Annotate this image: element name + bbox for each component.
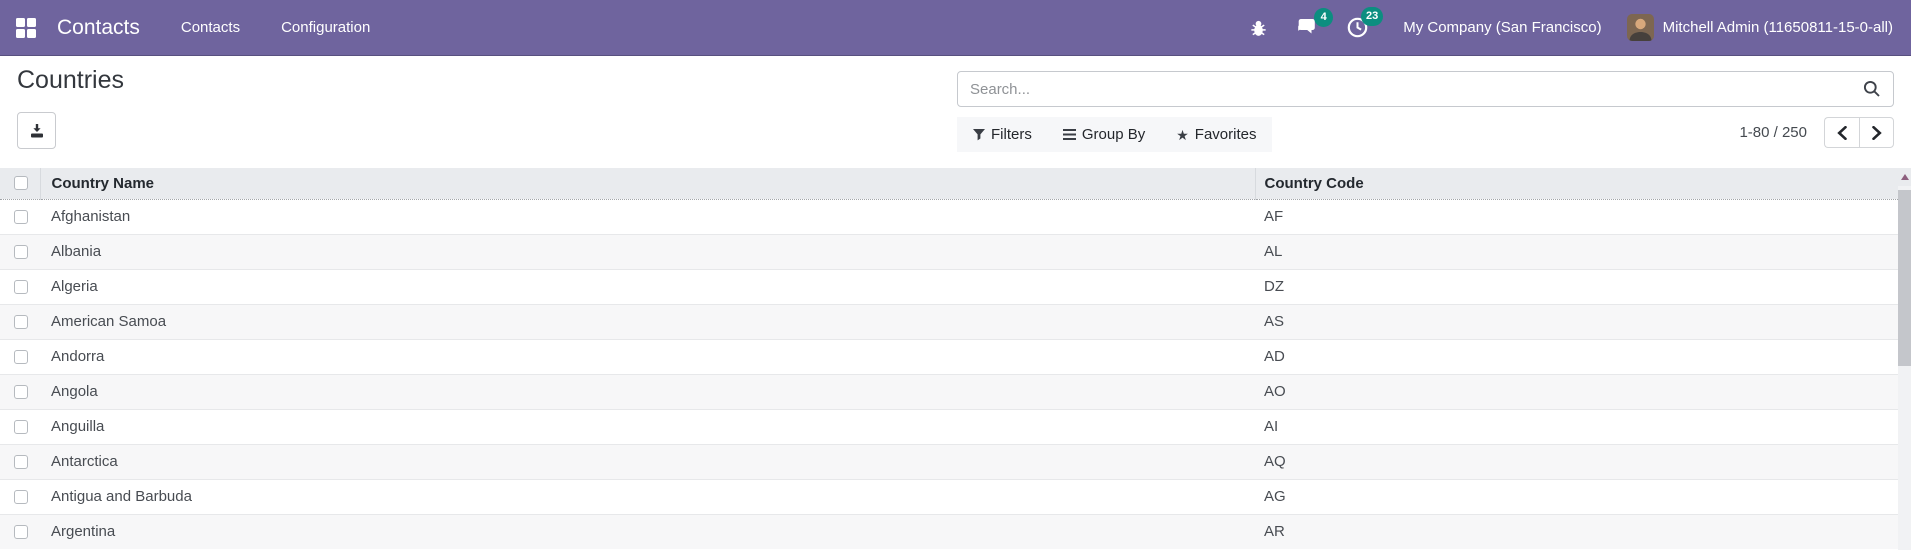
country-name-cell[interactable]: Afghanistan <box>40 199 1255 234</box>
search-input[interactable] <box>970 80 1853 98</box>
activities-badge: 23 <box>1360 7 1384 26</box>
search-box <box>957 71 1894 107</box>
vertical-scrollbar[interactable] <box>1898 168 1911 550</box>
row-checkbox[interactable] <box>14 245 28 260</box>
country-code-cell[interactable]: AL <box>1255 233 1898 269</box>
table-body: Afghanistan AF Albania AL Algeria DZ Ame… <box>0 199 1898 549</box>
table-row[interactable]: Antarctica AQ <box>0 443 1898 479</box>
row-checkbox[interactable] <box>14 280 28 295</box>
country-name-cell[interactable]: Antigua and Barbuda <box>40 478 1255 514</box>
country-code-cell[interactable]: DZ <box>1255 268 1898 304</box>
pager-range: 1-80 / 250 <box>1739 124 1807 141</box>
funnel-icon <box>973 128 985 140</box>
messages-badge: 4 <box>1314 7 1334 27</box>
table-header-row: Country Name Country Code <box>0 168 1898 200</box>
chevron-right-icon <box>1871 125 1882 140</box>
countries-list-view: Country Name Country Code Afghanistan AF… <box>0 168 1898 550</box>
menu-configuration[interactable]: Configuration <box>281 19 370 36</box>
search-options-bar: Filters Group By ★ Favorites <box>957 117 1273 152</box>
chevron-left-icon <box>1837 125 1847 140</box>
bars-icon <box>1062 129 1076 140</box>
row-checkbox[interactable] <box>14 525 28 540</box>
country-name-cell[interactable]: Angola <box>40 373 1255 409</box>
table-row[interactable]: American Samoa AS <box>0 303 1898 339</box>
star-icon: ★ <box>1176 126 1189 143</box>
filters-button[interactable]: Filters <box>973 126 1032 143</box>
table-row[interactable]: Albania AL <box>0 233 1898 269</box>
export-button[interactable] <box>17 112 56 149</box>
column-header-country-name[interactable]: Country Name <box>40 168 1256 200</box>
apps-grid-icon[interactable] <box>16 17 36 38</box>
row-checkbox[interactable] <box>14 420 28 435</box>
country-name-cell[interactable]: Anguilla <box>40 408 1255 444</box>
top-navbar: Contacts Contacts Configuration 4 23 My … <box>0 0 1911 56</box>
favorites-button[interactable]: ★ Favorites <box>1176 126 1256 143</box>
search-icon[interactable] <box>1853 80 1881 98</box>
scrollbar-thumb[interactable] <box>1898 190 1911 366</box>
table-row[interactable]: Argentina AR <box>0 513 1898 549</box>
table-row[interactable]: Anguilla AI <box>0 408 1898 444</box>
table-row[interactable]: Angola AO <box>0 373 1898 409</box>
clock-icon[interactable]: 23 <box>1346 7 1384 39</box>
table-row[interactable]: Afghanistan AF <box>0 199 1898 234</box>
favorites-label: Favorites <box>1194 126 1257 143</box>
country-code-cell[interactable]: AO <box>1255 373 1898 409</box>
download-icon <box>30 123 43 137</box>
table-row[interactable]: Antigua and Barbuda AG <box>0 478 1898 514</box>
table-row[interactable]: Algeria DZ <box>0 268 1898 304</box>
country-code-cell[interactable]: AG <box>1255 478 1898 514</box>
country-code-cell[interactable]: AF <box>1255 199 1898 234</box>
country-name-cell[interactable]: Albania <box>40 233 1255 269</box>
row-checkbox[interactable] <box>14 210 28 225</box>
company-switcher[interactable]: My Company (San Francisco) <box>1403 19 1601 36</box>
column-header-country-code[interactable]: Country Code <box>1255 168 1898 200</box>
menu-contacts[interactable]: Contacts <box>181 19 240 36</box>
scrollbar-up-arrow[interactable] <box>1898 168 1911 186</box>
chat-bubbles-icon[interactable]: 4 <box>1295 7 1334 39</box>
country-name-cell[interactable]: Argentina <box>40 513 1255 549</box>
user-menu[interactable]: Mitchell Admin (11650811-15-0-all) <box>1663 19 1893 36</box>
country-code-cell[interactable]: AD <box>1255 338 1898 374</box>
country-name-cell[interactable]: American Samoa <box>40 303 1255 339</box>
navbar-systray: 4 23 My Company (San Francisco) Mitchell… <box>1222 7 1893 41</box>
country-name-cell[interactable]: Algeria <box>40 268 1255 304</box>
select-all-checkbox[interactable] <box>14 175 28 190</box>
country-code-cell[interactable]: AR <box>1255 513 1898 549</box>
app-brand[interactable]: Contacts <box>57 16 140 40</box>
bug-icon[interactable] <box>1249 18 1268 38</box>
filters-label: Filters <box>991 126 1032 143</box>
page-title: Countries <box>17 66 124 94</box>
group-by-button[interactable]: Group By <box>1062 126 1146 143</box>
table-row[interactable]: Andorra AD <box>0 338 1898 374</box>
user-avatar[interactable] <box>1626 14 1654 41</box>
country-code-cell[interactable]: AQ <box>1255 443 1898 479</box>
row-checkbox[interactable] <box>14 490 28 505</box>
country-code-cell[interactable]: AS <box>1255 303 1898 339</box>
row-checkbox[interactable] <box>14 385 28 400</box>
row-checkbox[interactable] <box>14 315 28 330</box>
pager-next-button[interactable] <box>1859 117 1894 148</box>
pager-previous-button[interactable] <box>1824 117 1859 148</box>
country-name-cell[interactable]: Andorra <box>40 338 1255 374</box>
group-by-label: Group By <box>1081 126 1146 143</box>
country-code-cell[interactable]: AI <box>1255 408 1898 444</box>
row-checkbox[interactable] <box>14 350 28 365</box>
country-name-cell[interactable]: Antarctica <box>40 443 1255 479</box>
pager: 1-80 / 250 <box>1739 117 1894 148</box>
row-checkbox[interactable] <box>14 455 28 470</box>
